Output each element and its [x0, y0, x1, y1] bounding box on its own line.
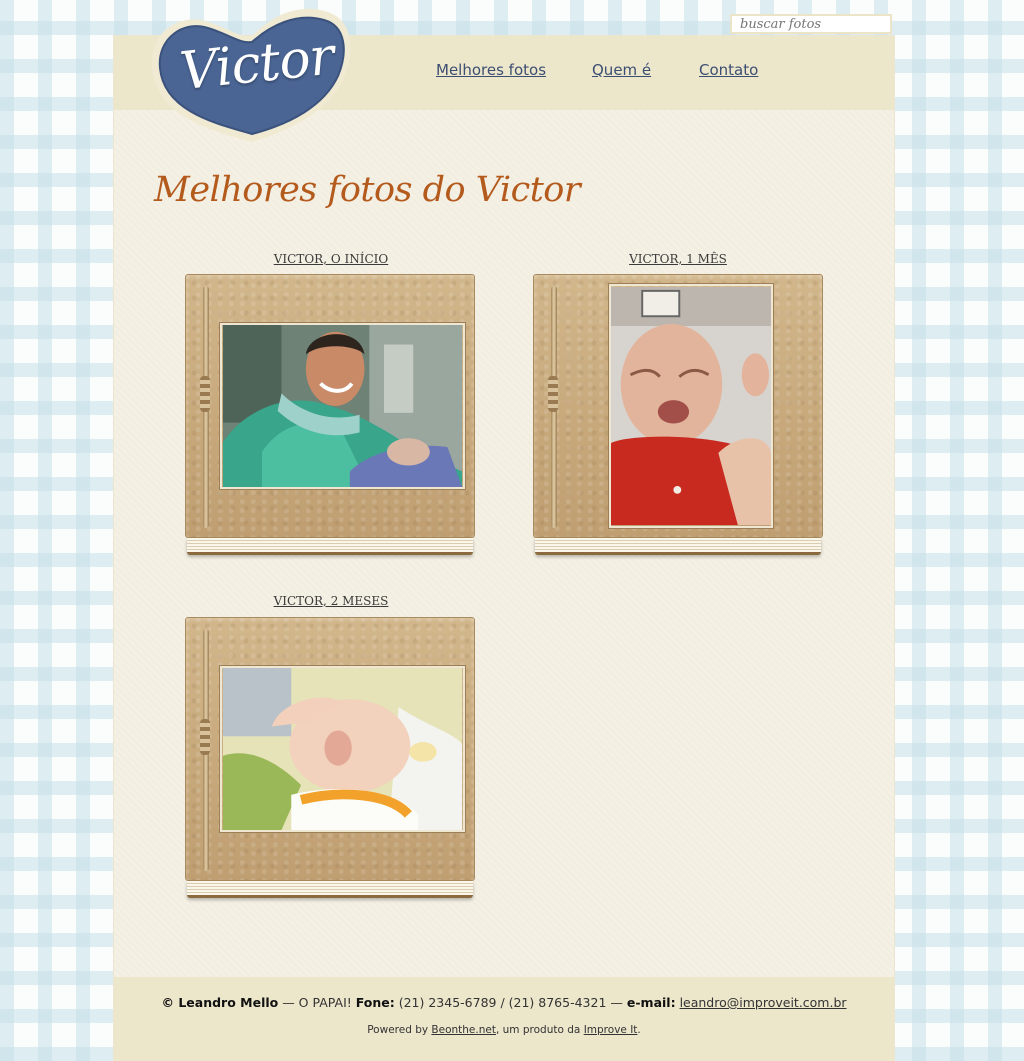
- footer-owner: © Leandro Mello: [161, 995, 279, 1010]
- album-photo-1-mes: [609, 284, 773, 528]
- footer-tagline: — O PAPAI!: [278, 995, 356, 1010]
- album-spine: [200, 629, 210, 871]
- footer-powered-suffix: .: [637, 1024, 641, 1036]
- nav-quem-e[interactable]: Quem é: [592, 61, 651, 79]
- nav-melhores-fotos[interactable]: Melhores fotos: [436, 61, 546, 79]
- album-pages: [187, 538, 473, 555]
- footer-powered-mid: , um produto da: [495, 1024, 584, 1036]
- album-spine: [200, 286, 210, 528]
- footer-email-label: e-mail:: [626, 995, 676, 1010]
- footer-beonthe-link[interactable]: Beonthe.net: [431, 1024, 496, 1036]
- album-title-inicio[interactable]: VICTOR, O INÍCIO: [186, 252, 476, 266]
- album-pages: [535, 538, 821, 555]
- album-card-1-mes[interactable]: [533, 274, 823, 558]
- footer-phone-value: (21) 2345-6789 / (21) 8765-4321 —: [394, 995, 627, 1010]
- album-title-1-mes[interactable]: VICTOR, 1 MÊS: [533, 252, 823, 266]
- search-input[interactable]: [730, 14, 892, 34]
- footer-contact-line: © Leandro Mello — O PAPAI! Fone: (21) 23…: [114, 995, 894, 1010]
- album-photo-inicio: [220, 323, 465, 489]
- footer-powered-line: Powered by Beonthe.net, um produto da Im…: [114, 1024, 894, 1036]
- footer-powered-prefix: Powered by: [367, 1024, 432, 1036]
- footer: © Leandro Mello — O PAPAI! Fone: (21) 23…: [114, 977, 894, 1061]
- album-spine: [548, 286, 558, 528]
- album-title-2-meses[interactable]: VICTOR, 2 MESES: [186, 594, 476, 608]
- album-card-inicio[interactable]: [185, 274, 475, 558]
- album-photo-2-meses: [220, 666, 465, 832]
- page-title: Melhores fotos do Victor: [154, 170, 581, 210]
- nav-contato[interactable]: Contato: [699, 61, 758, 79]
- album-card-2-meses[interactable]: [185, 617, 475, 901]
- footer-improveit-link[interactable]: Improve It: [584, 1024, 638, 1036]
- album-pages: [187, 881, 473, 898]
- footer-email-link[interactable]: leandro@improveit.com.br: [680, 995, 847, 1010]
- footer-phone-label: Fone:: [355, 995, 395, 1010]
